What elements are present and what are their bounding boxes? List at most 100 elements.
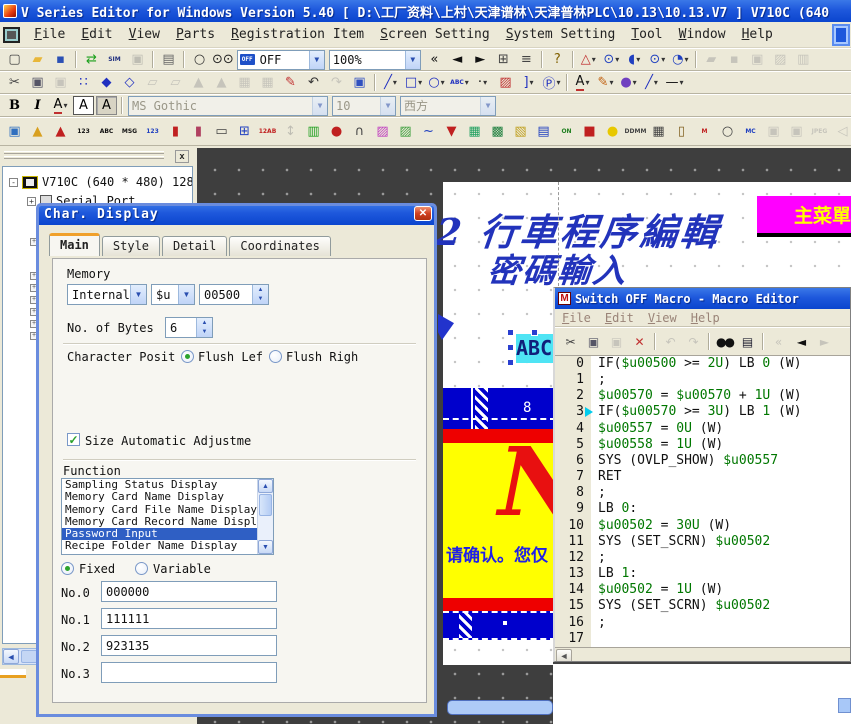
find-icon[interactable]: ●● xyxy=(714,332,735,351)
tab-style[interactable]: Style xyxy=(102,236,160,256)
menu-tool[interactable]: Tool xyxy=(623,24,670,45)
menu-registration-item[interactable]: Registration Item xyxy=(223,24,372,45)
macro-code-line[interactable]: 10$u00502 = 30U (W) xyxy=(555,518,850,534)
multi-copy-icon[interactable]: ∷ xyxy=(73,73,94,92)
date-icon[interactable]: DDMM xyxy=(625,120,646,143)
pattern3-icon[interactable]: ▩ xyxy=(487,120,508,143)
memory-prefix-selector[interactable]: $u▼ xyxy=(151,284,195,305)
graph-yellow-icon[interactable]: ▧ xyxy=(510,120,531,143)
menu-edit[interactable]: Edit xyxy=(73,24,120,45)
scrollbar-thumb[interactable] xyxy=(259,494,272,516)
listbox-scrollbar[interactable]: ▲ ▼ xyxy=(257,479,273,554)
char-display-icon[interactable]: ABC xyxy=(96,120,117,143)
pie-graph-icon[interactable]: ● xyxy=(326,120,347,143)
rect-tool-icon[interactable]: □▾ xyxy=(403,73,424,92)
macro-scrollbar[interactable]: ◄ xyxy=(555,647,850,662)
simulator-icon[interactable]: SIM xyxy=(104,50,125,69)
line-style-icon[interactable]: —▾ xyxy=(664,73,685,92)
cut-icon[interactable]: ✂ xyxy=(560,332,581,351)
pen-color-icon[interactable]: ✎▾ xyxy=(595,73,616,92)
draw-shape-icon[interactable]: △▾ xyxy=(578,50,599,69)
draw-circle-icon[interactable]: ⊙▾ xyxy=(601,50,622,69)
keypad-icon[interactable]: ⊞ xyxy=(234,120,255,143)
password-0-input[interactable] xyxy=(101,581,277,602)
tab-coordinates[interactable]: Coordinates xyxy=(229,236,330,256)
ungroup-icon[interactable]: ◇ xyxy=(119,73,140,92)
bold-icon[interactable]: B xyxy=(4,96,25,115)
function-option[interactable]: Recipe Folder Name Display xyxy=(62,540,257,552)
bytes-spinner[interactable]: 6▲▼ xyxy=(165,317,213,338)
line-tool-icon[interactable]: ╱▾ xyxy=(380,73,401,92)
memo-icon[interactable]: M xyxy=(694,120,715,143)
text-color-icon[interactable]: A▾ xyxy=(572,73,593,92)
macro-code-line[interactable]: 15SYS (SET_SCRN) $u00502 xyxy=(555,598,850,614)
menu-help[interactable]: Help xyxy=(734,24,781,45)
nav-first-icon[interactable]: « xyxy=(424,50,445,69)
new-file-icon[interactable]: ▢ xyxy=(4,50,25,69)
spinner-arrows-icon[interactable]: ▲▼ xyxy=(196,318,212,337)
parts-place-icon[interactable]: Ⓟ▾ xyxy=(541,73,562,92)
menu-window[interactable]: Window xyxy=(671,24,734,45)
menu-system-setting[interactable]: System Setting xyxy=(498,24,624,45)
meter-icon[interactable]: ∩ xyxy=(349,120,370,143)
group-icon[interactable]: ◆ xyxy=(96,73,117,92)
macro-code-line[interactable]: 7RET xyxy=(555,469,850,485)
nav-back-icon[interactable]: ◄ xyxy=(447,50,468,69)
dialog-titlebar[interactable]: Char. Display ✕ xyxy=(36,203,437,225)
draw-ellipse-icon[interactable]: ⊙▾ xyxy=(647,50,668,69)
macro-code-line[interactable]: 0IF($u00500 >= 2U) LB 0 (W) xyxy=(555,356,850,372)
chevron-down-icon[interactable]: ▼ xyxy=(405,51,420,69)
switch-parts-icon[interactable]: ▲ xyxy=(27,120,48,143)
macro-code-line[interactable]: 4$u00557 = 0U (W) xyxy=(555,421,850,437)
save-icon[interactable]: ▪ xyxy=(50,50,71,69)
screen-list-icon[interactable]: ≡ xyxy=(516,50,537,69)
circle-tool-icon[interactable]: ○▾ xyxy=(426,73,447,92)
menu-parts[interactable]: Parts xyxy=(168,24,223,45)
memory-card-icon[interactable]: MC xyxy=(740,120,761,143)
delete-icon[interactable]: ✕ xyxy=(629,332,650,351)
draw-arc-icon[interactable]: ◖▾ xyxy=(624,50,645,69)
copy-icon[interactable]: ▣ xyxy=(583,332,604,351)
bar-graph-icon[interactable]: ▮ xyxy=(165,120,186,143)
macro-code-line[interactable]: 8; xyxy=(555,485,850,501)
macro-code-line[interactable]: 3IF($u00570 >= 3U) LB 1 (W) xyxy=(555,404,850,420)
trend-graph-icon[interactable]: ~ xyxy=(418,120,439,143)
statistic-graph-icon[interactable]: ▥ xyxy=(303,120,324,143)
close-icon[interactable]: ✕ xyxy=(414,206,432,221)
draw-sector-icon[interactable]: ◔▾ xyxy=(670,50,691,69)
picture-icon[interactable]: ▦ xyxy=(464,120,485,143)
nav-forward-icon[interactable]: ► xyxy=(470,50,491,69)
tab-detail[interactable]: Detail xyxy=(162,236,227,256)
chevron-down-icon[interactable]: ▼ xyxy=(130,285,146,304)
flush-left-radio[interactable] xyxy=(181,350,194,363)
function-option[interactable]: Memory Card Name Display xyxy=(62,491,257,503)
marker-pen-icon[interactable]: ✎ xyxy=(280,73,301,92)
find-replace-icon[interactable]: ▤ xyxy=(737,332,758,351)
pattern2-icon[interactable]: ▨ xyxy=(395,120,416,143)
scroll-left-icon[interactable]: ◄ xyxy=(556,649,572,663)
macro-code-line[interactable]: 16; xyxy=(555,615,850,631)
alarm-icon[interactable]: ■ xyxy=(579,120,600,143)
bell-icon[interactable]: ● xyxy=(602,120,623,143)
sampling-icon[interactable]: ▼ xyxy=(441,120,462,143)
num-display-icon[interactable]: 123 xyxy=(73,120,94,143)
message-display-icon[interactable]: MSG xyxy=(119,120,140,143)
scroll-down-icon[interactable]: ▼ xyxy=(258,540,273,554)
transfer-icon[interactable]: ⇄ xyxy=(81,50,102,69)
main-menu-button[interactable]: 主菜單 xyxy=(757,196,851,237)
bar-graph2-icon[interactable]: ▮ xyxy=(188,120,209,143)
overlap-display-icon[interactable]: ▣ xyxy=(4,120,25,143)
password-3-input[interactable] xyxy=(101,662,277,683)
memory-address-spinner[interactable]: 00500▲▼ xyxy=(199,284,269,305)
menu-file[interactable]: File xyxy=(26,24,73,45)
password-2-input[interactable] xyxy=(101,635,277,656)
dot-tool-icon[interactable]: ·▾ xyxy=(472,73,493,92)
word-parts-icon[interactable]: 12AB xyxy=(257,120,278,143)
macro-titlebar[interactable]: M Switch OFF Macro - Macro Editor xyxy=(555,288,850,309)
selection-handle[interactable] xyxy=(507,329,514,336)
nav-back-icon[interactable]: ◄ xyxy=(791,332,812,351)
open-file-icon[interactable]: ▰ xyxy=(27,50,48,69)
panel-header[interactable]: x xyxy=(0,148,197,166)
memory-type-selector[interactable]: Internal▼ xyxy=(67,284,147,305)
print-icon[interactable]: ▤ xyxy=(158,50,179,69)
